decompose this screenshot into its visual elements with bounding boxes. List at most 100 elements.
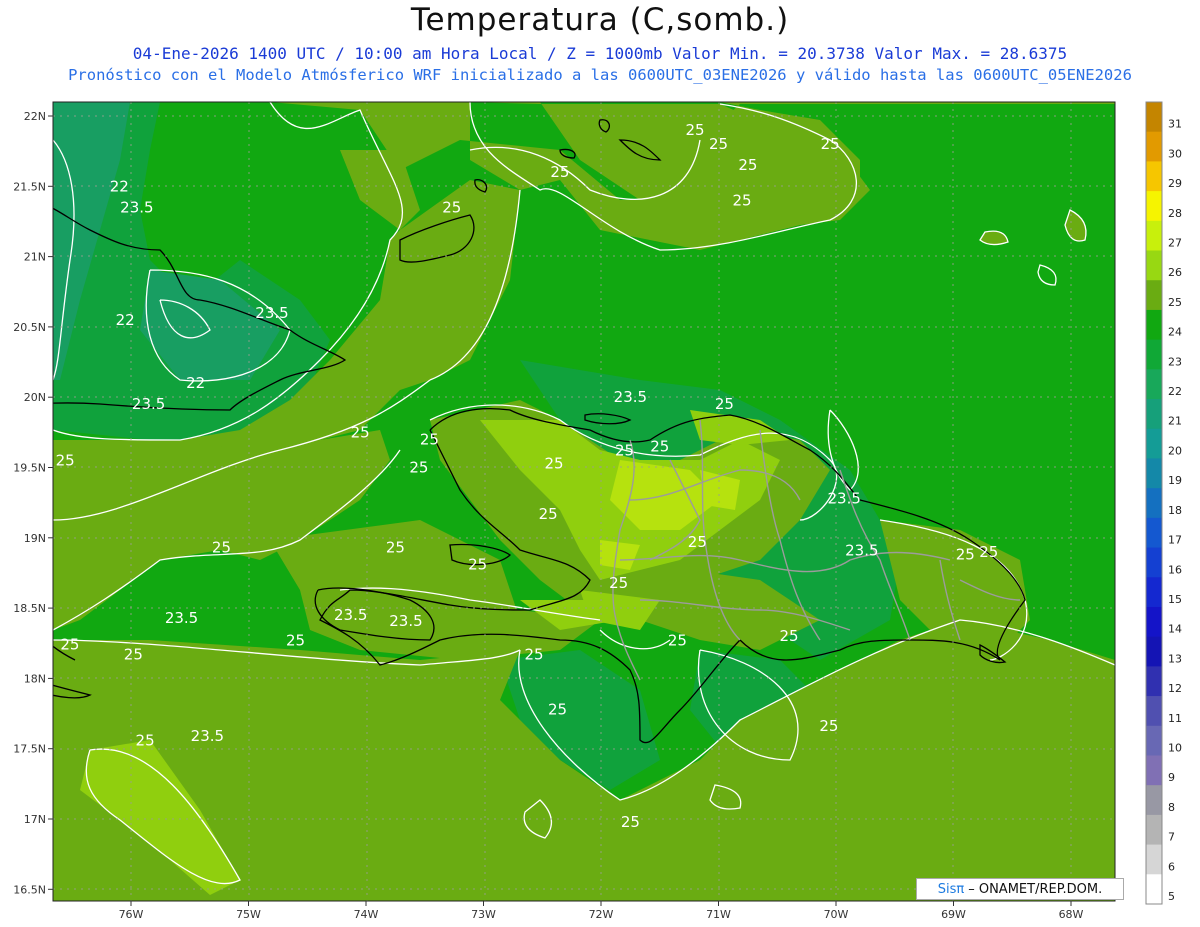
color-legend-swatch (1146, 577, 1162, 608)
x-tick-label: 75W (236, 908, 261, 921)
color-legend-label: 6 (1168, 860, 1175, 873)
x-axis-ticks: 76W 75W 74W 73W 72W 71W 70W 69W 68W (119, 901, 1084, 921)
y-tick-label: 18.5N (13, 602, 46, 615)
color-legend-label: 25 (1168, 296, 1182, 309)
color-legend-label: 5 (1168, 890, 1175, 903)
contour-label: 25 (732, 191, 751, 209)
y-tick-label: 16.5N (13, 883, 46, 896)
color-legend-label: 24 (1168, 326, 1182, 339)
color-legend-swatch (1146, 814, 1162, 846)
contour-label: 23.5 (165, 609, 198, 627)
contour-label: 25 (685, 121, 704, 139)
contour-label: 25 (621, 813, 640, 831)
credit-box: Sisπ – ONAMET/REP.DOM. (916, 878, 1124, 900)
color-legend-label: 23 (1168, 355, 1182, 368)
y-tick-label: 20N (24, 391, 46, 404)
contour-label: 25 (609, 574, 628, 592)
contour-label: 23.5 (255, 304, 288, 322)
color-legend-swatch (1146, 755, 1162, 786)
color-legend-swatch (1146, 220, 1162, 252)
color-legend-swatch (1146, 488, 1162, 519)
color-legend-swatch (1146, 606, 1162, 638)
color-legend-label: 15 (1168, 593, 1182, 606)
color-legend-swatch (1146, 517, 1162, 549)
y-tick-label: 21N (24, 251, 46, 264)
color-legend-swatch (1146, 696, 1162, 727)
contour-label: 25 (351, 423, 370, 441)
color-legend-label: 9 (1168, 771, 1175, 784)
color-legend-label: 21 (1168, 415, 1182, 428)
contour-label: 25 (709, 135, 728, 153)
contour-label: 25 (650, 437, 669, 455)
color-legend-label: 28 (1168, 207, 1182, 220)
contour-label: 23.5 (389, 612, 422, 630)
color-legend-label: 20 (1168, 444, 1182, 457)
contour-label: 23.5 (845, 541, 878, 559)
contour-label: 25 (821, 135, 840, 153)
color-legend-label: 14 (1168, 623, 1182, 636)
color-legend-swatch (1146, 369, 1162, 400)
contour-label: 22 (110, 177, 129, 195)
color-legend-swatch (1146, 844, 1162, 875)
contour-label: 25 (124, 645, 143, 663)
color-legend-swatch (1146, 131, 1162, 162)
color-legend-label: 7 (1168, 831, 1175, 844)
color-legend-swatch (1146, 102, 1162, 133)
y-tick-label: 17.5N (13, 743, 46, 756)
color-legend-label: 17 (1168, 534, 1182, 547)
y-tick-label: 19.5N (13, 462, 46, 475)
contour-label: 25 (779, 627, 798, 645)
color-legend-swatch (1146, 874, 1162, 905)
color-legend-swatch (1146, 458, 1162, 489)
credit-org: – ONAMET/REP.DOM. (968, 881, 1103, 897)
color-legend-label: 30 (1168, 147, 1182, 160)
contour-label: 23.5 (132, 395, 165, 413)
contour-label: 25 (286, 631, 305, 649)
contour-label: 25 (615, 442, 634, 460)
color-legend-label: 11 (1168, 712, 1182, 725)
contour-label: 25 (738, 156, 757, 174)
contour-label: 25 (956, 546, 975, 564)
contour-label: 23.5 (614, 388, 647, 406)
x-tick-label: 71W (706, 908, 731, 921)
contour-label: 25 (56, 451, 75, 469)
color-legend-swatch (1146, 399, 1162, 430)
color-legend-label: 8 (1168, 801, 1175, 814)
color-legend: 31 30 29 28 27 26 25 24 23 22 21 20 19 18 17 16 15 14 13 12… (1145, 101, 1182, 905)
contour-label: 23.5 (191, 727, 224, 745)
x-tick-label: 68W (1059, 908, 1084, 921)
contour-label: 23.5 (120, 198, 153, 216)
color-legend-label: 31 (1168, 118, 1182, 131)
y-tick-label: 21.5N (13, 180, 46, 193)
contour-label: 25 (688, 533, 707, 551)
color-legend-label: 29 (1168, 177, 1182, 190)
color-legend-swatch (1146, 191, 1162, 222)
contour-label: 25 (420, 430, 439, 448)
y-tick-label: 19N (24, 532, 46, 545)
color-legend-swatch (1146, 250, 1162, 281)
color-legend-swatch (1146, 309, 1162, 341)
color-legend-label: 10 (1168, 741, 1182, 754)
x-tick-label: 69W (941, 908, 966, 921)
contour-label: 25 (386, 539, 405, 557)
temperature-map: 25 25 25 25 25 25 25 22 23.5 23.5 22 22 23.5 25 25 25 25… (13, 101, 1182, 921)
contour-label: 25 (668, 631, 687, 649)
color-legend-label: 26 (1168, 266, 1182, 279)
credit-sis: Sisπ (937, 881, 965, 897)
contour-label: 25 (979, 543, 998, 561)
contour-label: 25 (539, 505, 558, 523)
y-tick-label: 17N (24, 813, 46, 826)
contour-label: 23.5 (828, 489, 861, 507)
contour-label: 25 (136, 731, 155, 749)
x-tick-label: 73W (471, 908, 496, 921)
color-legend-swatch (1146, 666, 1162, 697)
y-axis-ticks: 22N 21.5N 21N 20.5N 20N 19.5N 19N 18.5N 18N 17.5N… (13, 110, 53, 896)
color-legend-swatch (1146, 280, 1162, 311)
color-legend-label: 22 (1168, 385, 1182, 398)
color-legend-label: 19 (1168, 474, 1182, 487)
contour-label: 25 (212, 539, 231, 557)
y-tick-label: 20.5N (13, 321, 46, 334)
contour-label: 23.5 (334, 606, 367, 624)
color-legend-swatch (1146, 547, 1162, 578)
contour-label: 25 (550, 163, 569, 181)
